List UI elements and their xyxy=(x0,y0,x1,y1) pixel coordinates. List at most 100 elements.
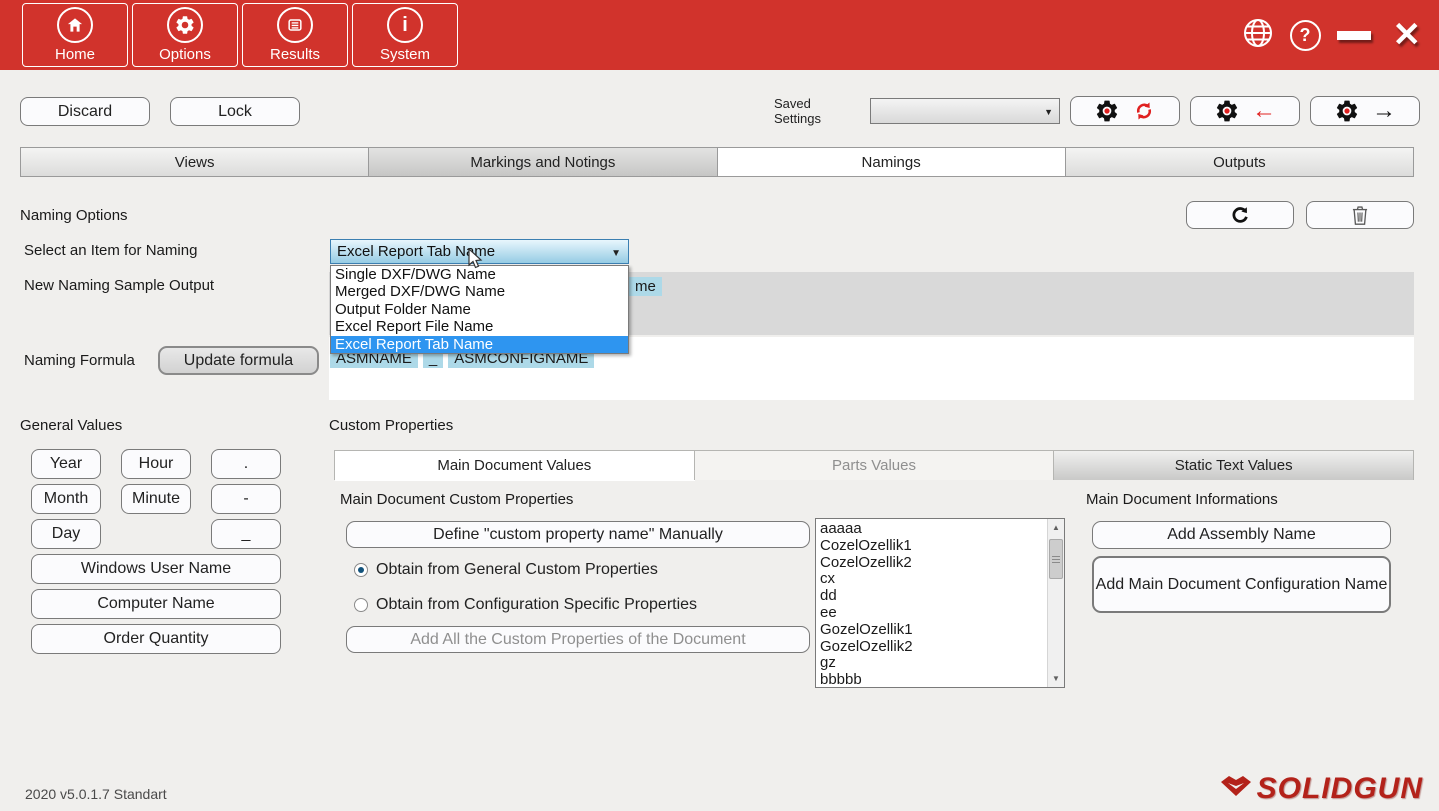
trash-icon xyxy=(1350,204,1370,226)
define-property-manually-button[interactable]: Define "custom property name" Manually xyxy=(346,521,810,548)
scrollbar-thumb[interactable] xyxy=(1049,539,1063,579)
value-underscore-button[interactable]: _ xyxy=(211,519,281,549)
window-controls: ? ✕ xyxy=(1242,0,1439,70)
naming-item-combobox[interactable]: Excel Report Tab Name ▼ xyxy=(330,239,629,264)
add-main-document-configuration-name-button[interactable]: Add Main Document Configuration Name xyxy=(1092,556,1391,613)
order-quantity-button[interactable]: Order Quantity xyxy=(31,624,281,654)
main-doc-informations-title: Main Document Informations xyxy=(1086,491,1278,508)
nav-options-button[interactable]: Options xyxy=(132,3,238,67)
solidgun-logo-text: SOLIDGUN xyxy=(1257,772,1423,806)
gear-icon xyxy=(1214,98,1240,124)
help-icon[interactable]: ? xyxy=(1290,20,1321,51)
tab-markings-and-notings[interactable]: Markings and Notings xyxy=(369,148,717,176)
sample-output-label: New Naming Sample Output xyxy=(24,277,214,294)
dropdown-option[interactable]: Output Folder Name xyxy=(331,301,628,318)
value-minute-button[interactable]: Minute xyxy=(121,484,191,514)
dropdown-option[interactable]: Excel Report File Name xyxy=(331,318,628,335)
radio-label: Obtain from General Custom Properties xyxy=(376,561,658,579)
windows-user-name-button[interactable]: Windows User Name xyxy=(31,554,281,584)
custom-properties-listbox[interactable]: aaaaa CozelOzellik1 CozelOzellik2 cx dd … xyxy=(815,518,1065,688)
value-month-button[interactable]: Month xyxy=(31,484,101,514)
nav-results-button[interactable]: Results xyxy=(242,3,348,67)
nav-options-label: Options xyxy=(159,46,211,63)
tab-namings[interactable]: Namings xyxy=(718,148,1066,176)
gear-icon xyxy=(167,7,203,43)
info-icon: i xyxy=(387,7,423,43)
scroll-down-icon[interactable]: ▼ xyxy=(1048,670,1064,687)
select-item-label: Select an Item for Naming xyxy=(24,242,197,259)
value-dot-button[interactable]: . xyxy=(211,449,281,479)
settings-reload-button[interactable] xyxy=(1070,96,1180,126)
radio-selected-icon xyxy=(354,563,368,577)
list-item[interactable]: ee xyxy=(820,605,1047,622)
dropdown-option[interactable]: Merged DXF/DWG Name xyxy=(331,283,628,300)
discard-button[interactable]: Discard xyxy=(20,97,150,126)
refresh-formula-button[interactable] xyxy=(1186,201,1294,229)
settings-export-button[interactable]: → xyxy=(1310,96,1420,126)
arrow-left-icon: ← xyxy=(1252,99,1276,123)
list-item[interactable]: CozelOzellik2 xyxy=(820,555,1047,572)
add-assembly-name-button[interactable]: Add Assembly Name xyxy=(1092,521,1391,549)
tab-static-text-values[interactable]: Static Text Values xyxy=(1053,451,1413,480)
solidgun-logo-mark xyxy=(1219,774,1253,804)
combobox-value: Excel Report Tab Name xyxy=(337,243,495,260)
radio-unselected-icon xyxy=(354,598,368,612)
scroll-up-icon[interactable]: ▲ xyxy=(1048,519,1064,536)
close-button[interactable]: ✕ xyxy=(1393,18,1422,52)
title-bar: Home Options Results i System ? ✕ xyxy=(0,0,1439,70)
saved-settings-select[interactable]: ▼ xyxy=(870,98,1060,124)
value-day-button[interactable]: Day xyxy=(31,519,101,549)
main-doc-properties-title: Main Document Custom Properties xyxy=(340,491,573,508)
dropdown-option[interactable]: Single DXF/DWG Name xyxy=(331,266,628,283)
update-formula-button[interactable]: Update formula xyxy=(158,346,319,375)
gear-icon xyxy=(1094,98,1120,124)
nav-home-label: Home xyxy=(55,46,95,63)
list-item[interactable]: GozelOzellik1 xyxy=(820,622,1047,639)
list-item[interactable]: gz xyxy=(820,655,1047,672)
list-item[interactable]: GozelOzellik2 xyxy=(820,639,1047,656)
naming-options-title: Naming Options xyxy=(20,207,128,224)
nav-system-button[interactable]: i System xyxy=(352,3,458,67)
tab-parts-values[interactable]: Parts Values xyxy=(695,451,1054,480)
version-label: 2020 v5.0.1.7 Standart xyxy=(25,786,167,802)
radio-general-custom-properties[interactable]: Obtain from General Custom Properties xyxy=(354,561,658,579)
tab-main-document-values[interactable]: Main Document Values xyxy=(335,451,695,480)
nav-home-button[interactable]: Home xyxy=(22,3,128,67)
add-all-properties-button[interactable]: Add All the Custom Properties of the Doc… xyxy=(346,626,810,653)
general-values-title: General Values xyxy=(20,417,122,434)
nav-results-label: Results xyxy=(270,46,320,63)
list-item[interactable]: CozelOzellik1 xyxy=(820,538,1047,555)
radio-label: Obtain from Configuration Specific Prope… xyxy=(376,596,697,614)
tab-outputs[interactable]: Outputs xyxy=(1066,148,1413,176)
minimize-button[interactable] xyxy=(1337,31,1371,40)
arrow-right-icon: → xyxy=(1372,99,1396,123)
sample-output-chip: me xyxy=(629,277,662,296)
dropdown-option-highlighted[interactable]: Excel Report Tab Name xyxy=(331,336,628,353)
list-item[interactable]: bbbbb xyxy=(820,672,1047,687)
nav-system-label: System xyxy=(380,46,430,63)
scrollbar[interactable]: ▲ ▼ xyxy=(1047,519,1064,687)
saved-settings-label: SavedSettings xyxy=(774,96,864,126)
tab-views[interactable]: Views xyxy=(21,148,369,176)
sync-icon xyxy=(1132,99,1156,123)
chevron-down-icon: ▼ xyxy=(611,248,621,259)
delete-formula-button[interactable] xyxy=(1306,201,1414,229)
lock-button[interactable]: Lock xyxy=(170,97,300,126)
value-dash-button[interactable]: - xyxy=(211,484,281,514)
computer-name-button[interactable]: Computer Name xyxy=(31,589,281,619)
language-globe-icon[interactable] xyxy=(1242,17,1274,54)
value-year-button[interactable]: Year xyxy=(31,449,101,479)
custom-properties-list: aaaaa CozelOzellik1 CozelOzellik2 cx dd … xyxy=(816,519,1047,687)
custom-properties-title: Custom Properties xyxy=(329,417,453,434)
list-item[interactable]: aaaaa xyxy=(820,521,1047,538)
main-tab-bar: Views Markings and Notings Namings Outpu… xyxy=(20,147,1414,177)
solidgun-logo: SOLIDGUN xyxy=(1219,772,1423,806)
list-item[interactable]: cx xyxy=(820,571,1047,588)
app-window: Home Options Results i System ? ✕ xyxy=(0,0,1439,811)
list-item[interactable]: dd xyxy=(820,588,1047,605)
home-icon xyxy=(57,7,93,43)
radio-configuration-specific-properties[interactable]: Obtain from Configuration Specific Prope… xyxy=(354,596,697,614)
settings-import-button[interactable]: ← xyxy=(1190,96,1300,126)
value-hour-button[interactable]: Hour xyxy=(121,449,191,479)
custom-properties-tab-bar: Main Document Values Parts Values Static… xyxy=(334,450,1414,480)
